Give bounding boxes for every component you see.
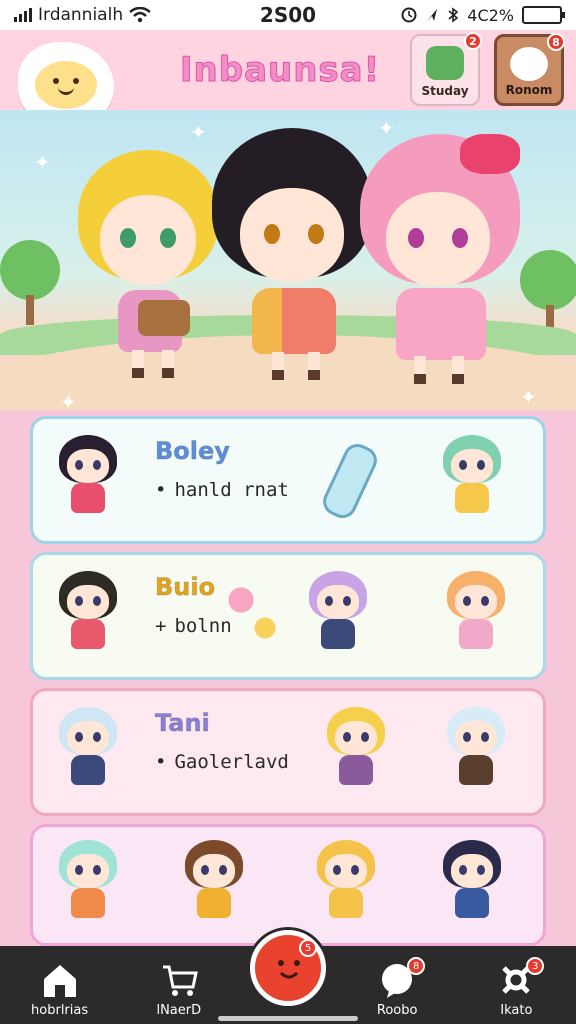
bluetooth-icon (448, 7, 459, 23)
character-avatar[interactable] (305, 571, 371, 657)
nav-chat[interactable]: 8 Roobo (347, 957, 447, 1018)
wifi-icon (129, 7, 151, 23)
character-avatar[interactable] (439, 840, 505, 926)
character-avatar[interactable] (181, 840, 247, 926)
mascot-center-button[interactable]: 5 (250, 930, 326, 1006)
card-subtitle: hanld rnat (174, 479, 289, 501)
signal-icon (14, 8, 32, 22)
card-title: Buio (154, 573, 216, 602)
cart-icon (162, 965, 198, 996)
sparkle-icon: ✦ (520, 385, 537, 409)
character-black-hair[interactable] (212, 128, 372, 388)
potion-bottle-icon[interactable] (318, 439, 382, 523)
status-right: 4C2% (401, 5, 565, 25)
nav-home-label: hobrlrias (31, 1003, 89, 1018)
character-blonde[interactable] (78, 150, 218, 390)
character-avatar[interactable] (323, 707, 389, 793)
status-bar: Irdannialh 2S00 4C2% (0, 0, 576, 30)
tree-icon (0, 240, 60, 300)
mascot-badge: 5 (299, 939, 317, 957)
tree-icon (520, 250, 576, 310)
nav-cart-label: lNaerD (156, 1003, 202, 1018)
study-button[interactable]: 2 Studay (410, 32, 482, 106)
home-icon (43, 965, 76, 997)
character-pink-hair[interactable] (360, 134, 520, 390)
mascot-face (35, 61, 97, 109)
nav-cart[interactable]: lNaerD (129, 961, 229, 1018)
mascot-icon (278, 960, 300, 979)
nav-chat-label: Roobo (376, 1003, 418, 1018)
nav-settings[interactable]: 3 Ikato (466, 957, 566, 1018)
card-subtitle-row: • Gaolerlavd (155, 751, 289, 773)
study-label: Studay (421, 84, 469, 98)
card[interactable]: Boley • hanld rnat (30, 416, 546, 544)
app-header: Inbaunsa! 2 Studay 8 Ronom (0, 30, 576, 128)
ghost-icon (510, 47, 548, 81)
card-title: Boley (155, 437, 231, 466)
character-avatar[interactable] (313, 840, 379, 926)
card-bullet: + (155, 615, 167, 637)
bottom-nav: hobrlrias lNaerD 8 Roobo 3 Ikato 5 (0, 930, 576, 1024)
character-avatar[interactable] (55, 435, 121, 521)
card-bullet: • (155, 479, 167, 501)
ronom-button[interactable]: 8 Ronom (494, 33, 565, 106)
card-subtitle: Gaolerlavd (174, 751, 289, 773)
character-avatar[interactable] (55, 571, 121, 657)
cat-icon (426, 46, 464, 80)
app-title: Inbaunsa! (179, 50, 381, 91)
sweets-icon (223, 579, 283, 649)
hero-banner: ✦ ✦ ✦ ✦ ✦ (0, 110, 576, 410)
clock-icon (401, 7, 417, 23)
status-left: Irdannialh (14, 5, 151, 25)
home-indicator[interactable] (218, 1016, 358, 1021)
battery-icon (522, 6, 565, 24)
ronom-badge: 8 (547, 33, 565, 51)
nav-settings-badge: 3 (526, 957, 545, 975)
study-badge: 2 (464, 32, 482, 50)
carrier-name: Irdannialh (38, 5, 124, 25)
card-subtitle-row: • hanld rnat (155, 479, 289, 501)
card[interactable] (30, 824, 546, 946)
card[interactable]: Tani • Gaolerlavd (30, 688, 546, 816)
character-avatar[interactable] (443, 571, 509, 657)
battery-percent: 4C2% (467, 5, 514, 25)
ronom-label: Ronom (505, 83, 553, 97)
sparkle-icon: ✦ (190, 120, 207, 144)
character-avatar[interactable] (439, 435, 505, 521)
nav-settings-label: Ikato (500, 1003, 533, 1018)
card-title: Tani (155, 709, 211, 738)
card[interactable]: Buio + bolnn (30, 552, 546, 680)
nav-chat-badge: 8 (407, 957, 426, 975)
character-avatar[interactable] (55, 840, 121, 926)
card-subtitle-row: + bolnn (155, 615, 232, 637)
nav-home[interactable]: hobrlrias (10, 961, 110, 1018)
sparkle-icon: ✦ (34, 150, 51, 174)
card-bullet: • (155, 751, 167, 773)
character-avatar[interactable] (443, 707, 509, 793)
sparkle-icon: ✦ (60, 390, 77, 410)
guitar-icon (138, 300, 190, 336)
tree-trunk (26, 295, 34, 325)
character-avatar[interactable] (55, 707, 121, 793)
bow-icon (460, 134, 520, 174)
location-icon (427, 9, 438, 21)
header-buttons: 2 Studay 8 Ronom (410, 32, 565, 106)
